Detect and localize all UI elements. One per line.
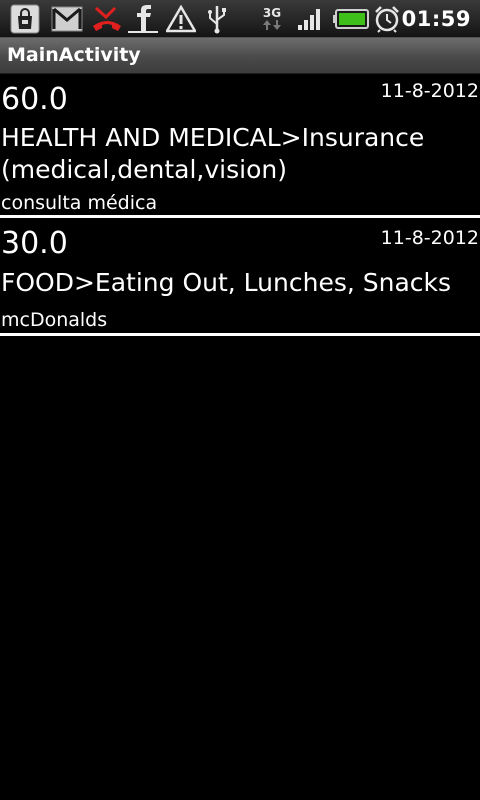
- facebook-icon[interactable]: [127, 4, 159, 34]
- expense-list-item[interactable]: 60.0 11-8-2012 HEALTH AND MEDICAL>Insura…: [0, 74, 480, 218]
- status-bar: 3G 01:59: [0, 0, 480, 38]
- missed-call-icon[interactable]: [90, 4, 124, 34]
- expense-note: mcDonalds: [1, 309, 108, 331]
- expense-list: 60.0 11-8-2012 HEALTH AND MEDICAL>Insura…: [0, 74, 480, 336]
- expense-date: 11-8-2012: [380, 227, 479, 249]
- expense-amount: 30.0: [1, 226, 68, 261]
- expense-date: 11-8-2012: [380, 80, 479, 102]
- expense-list-item[interactable]: 30.0 11-8-2012 FOOD>Eating Out, Lunches,…: [0, 218, 480, 336]
- status-time: 01:59: [401, 7, 471, 31]
- shopping-bag-icon[interactable]: [8, 4, 42, 34]
- battery-icon: [332, 4, 370, 34]
- expense-note: consulta médica: [1, 192, 158, 214]
- title-bar: MainActivity: [0, 38, 480, 74]
- signal-icon: [296, 4, 324, 34]
- alarm-icon: [372, 4, 402, 34]
- data-arrows-icon: [263, 20, 281, 30]
- expense-amount: 60.0: [1, 82, 68, 117]
- warning-icon[interactable]: [165, 4, 197, 34]
- activity-title: MainActivity: [7, 44, 141, 66]
- expense-category: FOOD>Eating Out, Lunches, Snacks: [1, 268, 452, 297]
- usb-icon[interactable]: [203, 4, 231, 34]
- gmail-icon[interactable]: [50, 4, 84, 34]
- expense-category: HEALTH AND MEDICAL>Insurance (medical,de…: [1, 123, 425, 184]
- 3g-icon: 3G: [258, 4, 286, 34]
- network-type-label: 3G: [262, 6, 282, 20]
